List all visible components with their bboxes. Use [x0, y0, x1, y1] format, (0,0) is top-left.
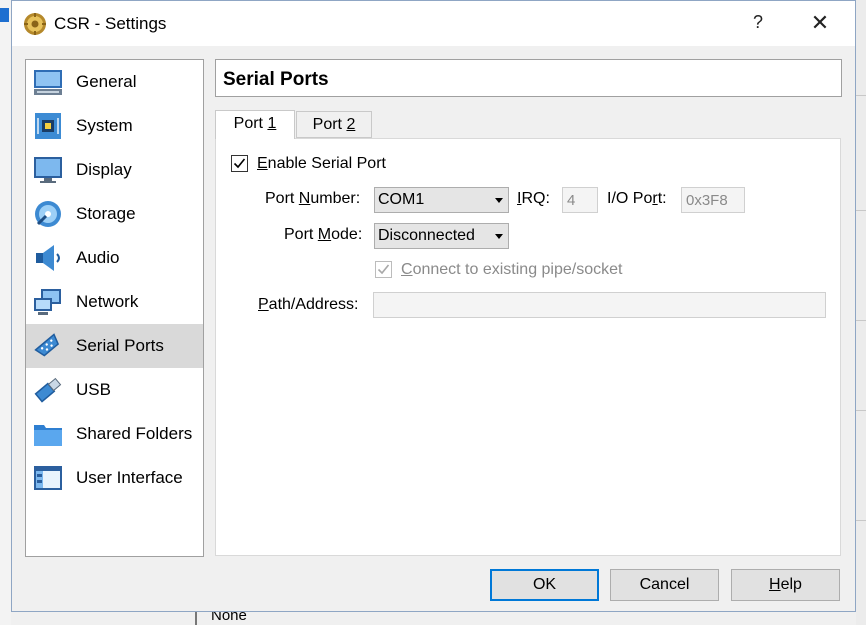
port-number-select[interactable]: COM1 [374, 187, 509, 213]
connect-existing-label: Connect to existing pipe/socket [401, 261, 623, 278]
connect-existing-checkbox[interactable] [375, 261, 392, 278]
tab-mnemonic: 2 [346, 116, 356, 133]
serial-ports-icon [34, 333, 60, 357]
sidebar-item-label: USB [76, 380, 111, 399]
irq-value: 4 [567, 192, 576, 209]
sidebar-item-label: Audio [76, 248, 120, 267]
sidebar-item-label: Shared Folders [76, 424, 193, 443]
help-button[interactable]: Help [731, 569, 840, 601]
sidebar-item-label: System [76, 116, 133, 135]
background-divider [856, 410, 866, 411]
settings-dialog: CSR - Settings ? ✕ General System Displa… [11, 0, 856, 612]
background-window-edge-right [856, 0, 866, 625]
sidebar-item-display[interactable]: Display [26, 148, 203, 192]
enable-serial-port-checkbox[interactable] [231, 155, 248, 172]
tab-label: Port [312, 116, 347, 133]
tab-port-1[interactable]: Port 1 [215, 110, 295, 139]
background-divider [856, 210, 866, 211]
sidebar-item-user-interface[interactable]: User Interface [26, 456, 203, 500]
sidebar-item-label: General [76, 72, 137, 91]
chevron-down-icon [495, 234, 503, 239]
port-mode-label: Port Mode: [284, 226, 363, 243]
sidebar-item-system[interactable]: System [26, 104, 203, 148]
tab-port-2[interactable]: Port 2 [296, 111, 372, 138]
help-title-button[interactable]: ? [746, 12, 770, 33]
sidebar-item-usb[interactable]: USB [26, 368, 203, 412]
general-icon [34, 70, 62, 95]
sidebar-item-audio[interactable]: Audio [26, 236, 203, 280]
sidebar-item-serial-ports[interactable]: Serial Ports [26, 324, 203, 368]
sidebar-item-network[interactable]: Network [26, 280, 203, 324]
ok-button[interactable]: OK [490, 569, 599, 601]
cancel-button[interactable]: Cancel [610, 569, 719, 601]
sidebar-item-shared-folders[interactable]: Shared Folders [26, 412, 203, 456]
checkmark-icon [233, 158, 246, 169]
settings-sidebar: General System Display Storage Audio Net… [25, 59, 204, 557]
page-title: Serial Ports [223, 69, 329, 90]
io-port-field[interactable]: 0x3F8 [681, 187, 745, 213]
port-mode-select[interactable]: Disconnected [374, 223, 509, 249]
close-button[interactable]: ✕ [808, 10, 832, 36]
storage-icon [35, 201, 61, 227]
page-header: Serial Ports [215, 59, 842, 97]
background-divider [856, 95, 866, 96]
background-divider [856, 320, 866, 321]
window-title: CSR - Settings [54, 14, 167, 33]
display-icon [34, 157, 62, 183]
background-divider [856, 520, 866, 521]
sidebar-item-label: Network [76, 292, 139, 311]
irq-label: IRQ: [517, 190, 550, 207]
sidebar-item-general[interactable]: General [26, 60, 203, 104]
network-icon [34, 289, 61, 315]
path-address-input[interactable] [373, 292, 826, 318]
port-number-value: COM1 [378, 191, 425, 208]
tab-label: Port [233, 115, 268, 132]
path-address-label: Path/Address: [258, 296, 359, 313]
checkmark-icon [377, 264, 390, 275]
background-line [195, 612, 197, 625]
background-blue-marker [0, 8, 9, 22]
user-interface-icon [34, 466, 62, 490]
sidebar-item-storage[interactable]: Storage [26, 192, 203, 236]
background-window-edge [0, 0, 11, 625]
port-number-label: Port Number: [265, 190, 361, 207]
io-port-label: I/O Port: [607, 190, 667, 207]
chevron-down-icon [495, 198, 503, 203]
tab-mnemonic: 1 [267, 115, 277, 132]
system-icon [35, 113, 61, 139]
enable-serial-port-label: Enable Serial Port [257, 155, 386, 172]
title-bar[interactable]: CSR - Settings ? ✕ [12, 1, 855, 46]
audio-icon [36, 245, 60, 271]
irq-field[interactable]: 4 [562, 187, 598, 213]
sidebar-item-label: User Interface [76, 468, 183, 487]
sidebar-item-label: Serial Ports [76, 336, 164, 355]
sidebar-item-label: Storage [76, 204, 136, 223]
shared-folders-icon [34, 425, 62, 446]
io-port-value: 0x3F8 [686, 192, 728, 209]
gear-icon [24, 13, 46, 35]
sidebar-item-label: Display [76, 160, 132, 179]
port-mode-value: Disconnected [378, 227, 475, 244]
usb-icon [34, 377, 62, 403]
